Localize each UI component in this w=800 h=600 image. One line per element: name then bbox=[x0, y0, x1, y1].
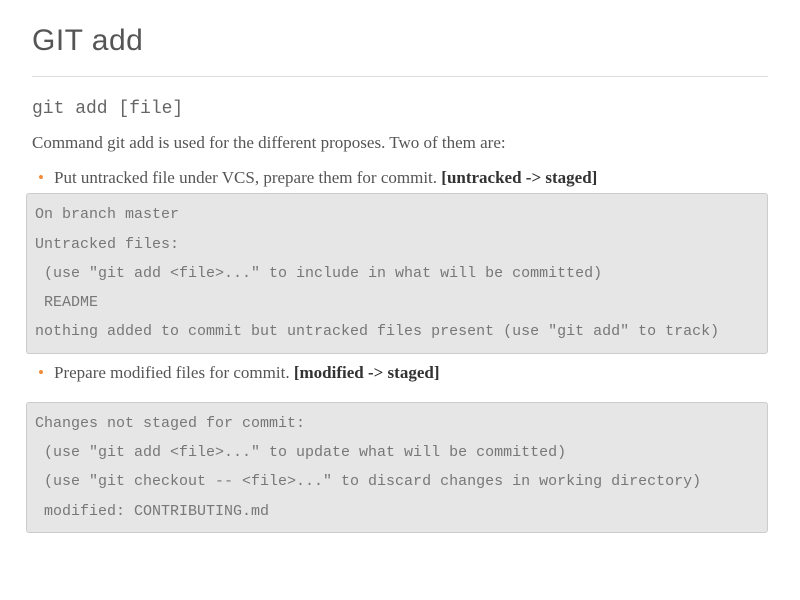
code-block-modified: Changes not staged for commit: (use "git… bbox=[26, 402, 768, 533]
spacer bbox=[32, 388, 768, 402]
list-item: Prepare modified files for commit. [modi… bbox=[54, 360, 768, 386]
bullet1-bold: [untracked -> staged] bbox=[441, 168, 597, 187]
purpose-list: Put untracked file under VCS, prepare th… bbox=[32, 165, 768, 191]
purpose-list-2: Prepare modified files for commit. [modi… bbox=[32, 360, 768, 386]
bullet2-text: Prepare modified files for commit. bbox=[54, 363, 294, 382]
list-item: Put untracked file under VCS, prepare th… bbox=[54, 165, 768, 191]
code-block-untracked: On branch master Untracked files: (use "… bbox=[26, 193, 768, 353]
command-line: git add [file] bbox=[32, 99, 768, 119]
page-title: GIT add bbox=[32, 24, 768, 77]
document-container: GIT add git add [file] Command git add i… bbox=[0, 0, 800, 533]
bullet1-text: Put untracked file under VCS, prepare th… bbox=[54, 168, 441, 187]
bullet2-bold: [modified -> staged] bbox=[294, 363, 440, 382]
intro-text: Command git add is used for the differen… bbox=[32, 133, 768, 153]
